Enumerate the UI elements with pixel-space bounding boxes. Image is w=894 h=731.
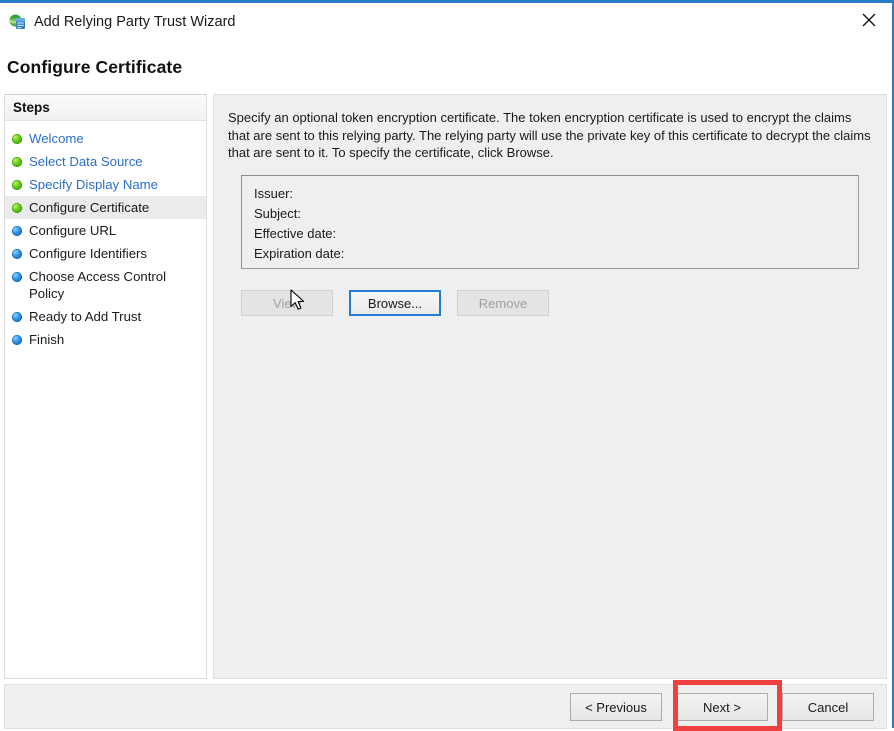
adfs-globe-server-icon bbox=[9, 14, 27, 32]
content-panel: Specify an optional token encryption cer… bbox=[213, 94, 887, 679]
sidebar-item-ready-to-add-trust[interactable]: Ready to Add Trust bbox=[5, 305, 206, 328]
sidebar-item-label: Choose Access Control Policy bbox=[29, 268, 179, 302]
previous-button[interactable]: < Previous bbox=[570, 693, 662, 721]
steps-header: Steps bbox=[5, 95, 206, 121]
wizard-window: Add Relying Party Trust Wizard Configure… bbox=[0, 0, 894, 728]
sidebar-item-label: Configure Identifiers bbox=[29, 245, 147, 262]
step-status-icon bbox=[12, 272, 22, 282]
sidebar-item-choose-access-control-policy[interactable]: Choose Access Control Policy bbox=[5, 265, 206, 305]
page-title: Configure Certificate bbox=[7, 57, 182, 78]
steps-sidebar: Steps Welcome Select Data Source Specify… bbox=[4, 94, 207, 679]
page-description: Specify an optional token encryption cer… bbox=[228, 109, 876, 162]
wizard-navigation: < Previous Next > Cancel bbox=[570, 693, 874, 721]
steps-header-label: Steps bbox=[13, 100, 50, 115]
sidebar-item-label: Welcome bbox=[29, 130, 84, 147]
sidebar-item-configure-certificate[interactable]: Configure Certificate bbox=[5, 196, 206, 219]
sidebar-item-finish[interactable]: Finish bbox=[5, 328, 206, 351]
step-status-icon bbox=[12, 203, 22, 213]
window-title: Add Relying Party Trust Wizard bbox=[34, 14, 235, 30]
certificate-issuer-row: Issuer: bbox=[254, 184, 848, 204]
remove-certificate-button: Remove bbox=[457, 290, 549, 316]
sidebar-item-welcome[interactable]: Welcome bbox=[5, 127, 206, 150]
step-status-icon bbox=[12, 335, 22, 345]
content-body: Specify an optional token encryption cer… bbox=[214, 95, 886, 678]
view-certificate-button: View bbox=[241, 290, 333, 316]
sidebar-item-specify-display-name[interactable]: Specify Display Name bbox=[5, 173, 206, 196]
step-status-icon bbox=[12, 134, 22, 144]
sidebar-item-select-data-source[interactable]: Select Data Source bbox=[5, 150, 206, 173]
sidebar-item-configure-url[interactable]: Configure URL bbox=[5, 219, 206, 242]
step-status-icon bbox=[12, 157, 22, 167]
certificate-expiration-date-row: Expiration date: bbox=[254, 244, 848, 264]
certificate-actions: View Browse... Remove bbox=[241, 290, 549, 316]
sidebar-item-configure-identifiers[interactable]: Configure Identifiers bbox=[5, 242, 206, 265]
sidebar-item-label: Configure URL bbox=[29, 222, 116, 239]
step-status-icon bbox=[12, 249, 22, 259]
sidebar-item-label: Finish bbox=[29, 331, 64, 348]
sidebar-item-label: Ready to Add Trust bbox=[29, 308, 141, 325]
cancel-button[interactable]: Cancel bbox=[782, 693, 874, 721]
certificate-subject-row: Subject: bbox=[254, 204, 848, 224]
steps-list: Welcome Select Data Source Specify Displ… bbox=[5, 121, 206, 351]
sidebar-item-label: Configure Certificate bbox=[29, 199, 149, 216]
step-status-icon bbox=[12, 180, 22, 190]
title-bar: Add Relying Party Trust Wizard bbox=[0, 3, 892, 43]
certificate-details-box: Issuer: Subject: Effective date: Expirat… bbox=[241, 175, 859, 269]
step-status-icon bbox=[12, 226, 22, 236]
step-status-icon bbox=[12, 312, 22, 322]
sidebar-item-label: Select Data Source bbox=[29, 153, 143, 170]
next-button[interactable]: Next > bbox=[676, 693, 768, 721]
footer-panel: < Previous Next > Cancel bbox=[4, 684, 887, 729]
sidebar-item-label: Specify Display Name bbox=[29, 176, 158, 193]
certificate-effective-date-row: Effective date: bbox=[254, 224, 848, 244]
close-icon[interactable] bbox=[846, 3, 892, 37]
browse-certificate-button[interactable]: Browse... bbox=[349, 290, 441, 316]
